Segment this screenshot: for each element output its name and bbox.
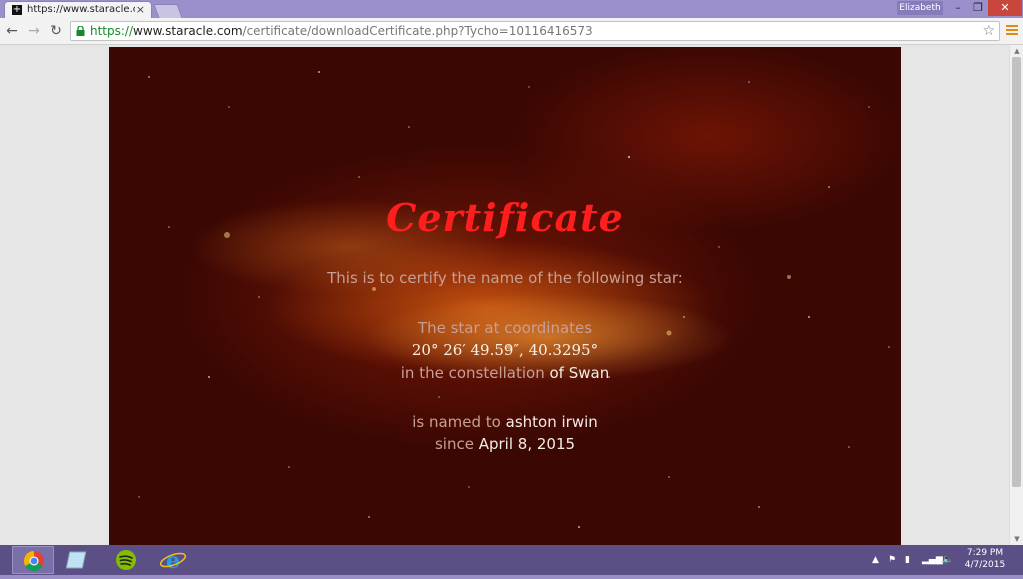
spotify-icon [116, 550, 136, 570]
tab-close-icon[interactable]: × [136, 2, 145, 17]
star-coordinates: 20° 26′ 49.59″, 40.3295° [411, 341, 599, 359]
volume-icon[interactable]: 🔈 [942, 545, 953, 575]
constellation-line: in the constellation of Swan [109, 364, 901, 382]
back-button[interactable]: ← [4, 22, 20, 40]
internet-explorer-taskbar-button[interactable]: e [152, 546, 194, 574]
spotify-taskbar-button[interactable] [105, 546, 147, 574]
constellation-name: of Swan [549, 364, 610, 382]
star-at-label: The star at coordinates [417, 319, 593, 337]
files-icon [65, 551, 87, 569]
vertical-scrollbar[interactable]: ▲ ▼ [1009, 45, 1023, 545]
lock-icon [76, 26, 85, 36]
browser-toolbar: ← → ↻ https://www.staracle.com/certifica… [0, 18, 1023, 45]
star-name: ashton irwin [505, 413, 598, 431]
minimize-button[interactable]: – [948, 0, 968, 16]
url-text: https://www.staracle.com/certificate/dow… [90, 22, 593, 40]
naming-date: April 8, 2015 [478, 435, 576, 453]
tab-title: https://www.staracle.com [27, 4, 135, 15]
chrome-taskbar-button[interactable] [12, 546, 54, 574]
taskbar-clock[interactable]: 7:29 PM 4/7/2015 [960, 547, 1010, 571]
url-path: /certificate/downloadCertificate.php?Tyc… [242, 24, 593, 38]
reload-button[interactable]: ↻ [48, 22, 64, 40]
new-tab-button[interactable] [153, 4, 183, 18]
network-icon[interactable]: ▂▄▆ [922, 545, 943, 575]
files-taskbar-button[interactable] [58, 546, 100, 574]
clock-date: 4/7/2015 [964, 560, 1006, 570]
power-icon[interactable]: ▮ [905, 545, 910, 575]
certificate-title: Certificate [386, 195, 624, 240]
named-prefix: is named to [412, 413, 501, 431]
named-line: is named to ashton irwin [109, 413, 901, 431]
page-viewport: Certificate This is to certify the name … [0, 45, 1009, 545]
taskbar: e ▲ ⚑ ▮ ▂▄▆ 🔈 7:29 PM 4/7/2015 [0, 545, 1023, 575]
show-hidden-icons-icon[interactable]: ▲ [872, 545, 879, 575]
svg-text:e: e [166, 548, 180, 574]
profile-button[interactable]: Elizabeth [897, 1, 943, 15]
certificate-intro: This is to certify the name of the follo… [327, 269, 683, 287]
scroll-down-icon[interactable]: ▼ [1012, 535, 1022, 543]
chrome-icon [23, 550, 44, 572]
browser-tab[interactable]: + https://www.staracle.com × [4, 1, 152, 18]
site-favicon-icon: + [12, 4, 22, 15]
scroll-thumb[interactable] [1012, 57, 1021, 487]
url-domain: www.staracle.com [133, 24, 243, 38]
nebula-background [138, 71, 890, 528]
scroll-up-icon[interactable]: ▲ [1012, 47, 1022, 55]
close-window-button[interactable]: ✕ [988, 0, 1022, 16]
clock-time: 7:29 PM [966, 548, 1004, 558]
action-center-icon[interactable]: ⚑ [888, 545, 896, 575]
since-prefix: since [434, 435, 474, 453]
bookmark-star-icon[interactable]: ☆ [982, 22, 995, 40]
title-bar: + https://www.staracle.com × Elizabeth –… [0, 0, 1023, 18]
url-scheme: https:// [90, 24, 134, 38]
internet-explorer-icon: e [159, 548, 187, 574]
since-line: since April 8, 2015 [109, 435, 901, 453]
forward-button[interactable]: → [26, 22, 42, 40]
certificate-image: Certificate This is to certify the name … [109, 47, 901, 545]
chrome-menu-icon[interactable] [1006, 25, 1018, 37]
constellation-prefix: in the constellation [400, 364, 545, 382]
address-bar[interactable]: https://www.staracle.com/certificate/dow… [70, 21, 1000, 41]
restore-button[interactable]: ❐ [968, 0, 988, 16]
